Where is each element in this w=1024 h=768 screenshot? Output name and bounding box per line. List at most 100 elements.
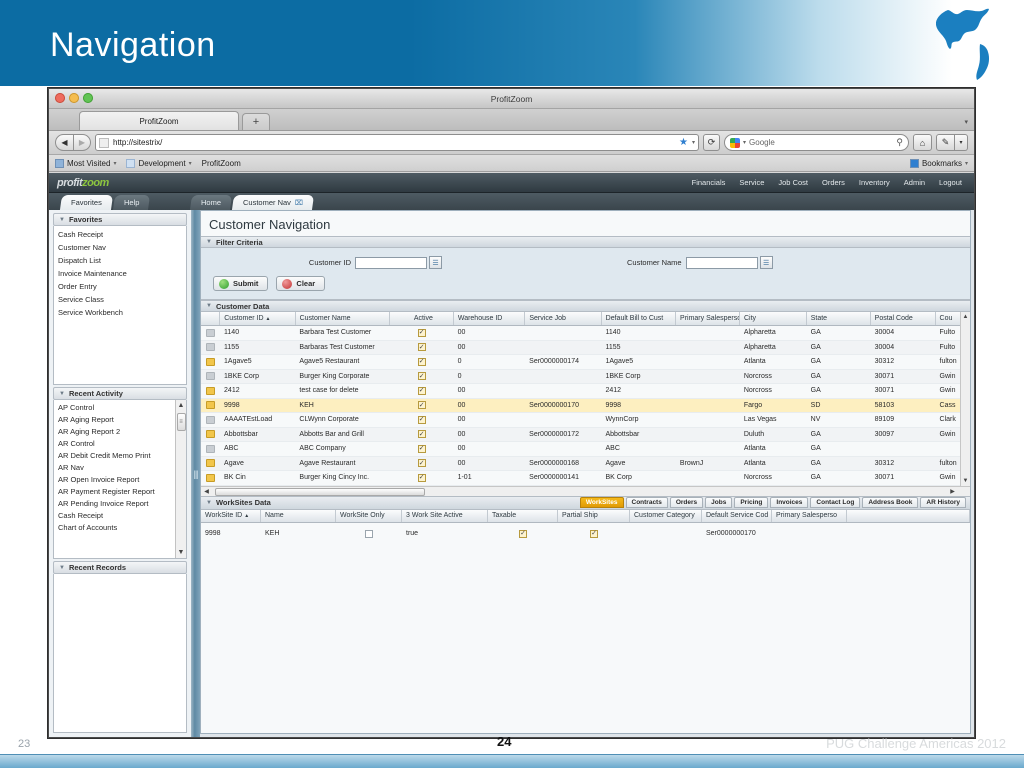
- search-engine-caret-icon[interactable]: ▾: [743, 139, 746, 146]
- maximize-window-button[interactable]: [83, 93, 93, 103]
- bookmark-development[interactable]: Development ▾: [126, 158, 192, 168]
- tab-ar-history[interactable]: AR History: [920, 497, 966, 508]
- folder-yellow-icon[interactable]: [206, 473, 216, 482]
- column-header-default-service-code[interactable]: Default Service Cod: [702, 509, 772, 522]
- tab-worksites[interactable]: WorkSites: [579, 497, 624, 508]
- sidebar-item-order-entry[interactable]: Order Entry: [54, 280, 186, 293]
- folder-grey-icon[interactable]: [206, 328, 216, 337]
- customer-name-input[interactable]: [685, 256, 758, 269]
- scrollbar-thumb[interactable]: ≡: [176, 413, 186, 431]
- search-box[interactable]: ▾ Google ⚲: [724, 134, 909, 151]
- collapse-triangle-icon[interactable]: ▼: [59, 391, 65, 397]
- folder-yellow-icon[interactable]: [206, 386, 216, 395]
- sidebar-item-customer-nav[interactable]: Customer Nav: [54, 241, 186, 254]
- active-checkbox[interactable]: ✓: [417, 473, 426, 482]
- scroll-left-icon[interactable]: ◀: [201, 488, 212, 495]
- scroll-up-icon[interactable]: ▲: [178, 400, 185, 411]
- recent-activity-panel-header[interactable]: ▼ Recent Activity: [53, 387, 187, 400]
- active-checkbox[interactable]: ✓: [417, 444, 426, 453]
- active-checkbox[interactable]: ✓: [417, 430, 426, 439]
- table-row[interactable]: ABC ABC Company ✓ 00 ABC Atlanta GA: [201, 442, 970, 457]
- partial-ship-checkbox[interactable]: ✓: [590, 529, 598, 538]
- scroll-right-icon[interactable]: ▶: [947, 488, 958, 495]
- column-header-customer-name[interactable]: Customer Name: [296, 312, 390, 325]
- customer-id-input[interactable]: [355, 256, 427, 269]
- bookmark-profitzoom[interactable]: ProfitZoom: [202, 159, 241, 168]
- column-header-work-site-active[interactable]: 3 Work Site Active: [402, 509, 488, 522]
- bookmark-star-icon[interactable]: ★: [679, 137, 688, 148]
- customer-id-lookup-icon[interactable]: ☰: [429, 256, 442, 269]
- sidebar-item-service-class[interactable]: Service Class: [54, 293, 186, 306]
- table-row[interactable]: 1140 Barbara Test Customer ✓ 00 1140 Alpharet…: [201, 326, 970, 341]
- column-header-default-bill-to-cust[interactable]: Default Bill to Cust: [602, 312, 677, 325]
- table-row[interactable]: AAAATEstLoad CLWynn Corporate ✓ 00 WynnCorp L…: [201, 413, 970, 428]
- reload-button[interactable]: ⟳: [703, 134, 720, 151]
- folder-yellow-icon[interactable]: [206, 430, 216, 439]
- column-header-partial-ship[interactable]: Partial Ship: [558, 509, 630, 522]
- menu-item-service[interactable]: Service: [739, 178, 764, 187]
- address-bar[interactable]: http://sitestrix/ ★ ▾: [95, 134, 699, 151]
- tab-favorites[interactable]: Favorites: [59, 195, 113, 210]
- column-header-worksite-only[interactable]: WorkSite Only: [336, 509, 402, 522]
- list-item[interactable]: AR Pending Invoice Report: [54, 497, 186, 509]
- profitzoom-logo[interactable]: profitzoom: [57, 177, 109, 189]
- new-tab-button[interactable]: +: [242, 113, 270, 130]
- customer-grid-vscrollbar[interactable]: ▲ ▼: [960, 312, 970, 486]
- tab-home[interactable]: Home: [190, 195, 233, 210]
- column-header-worksite-id[interactable]: WorkSite ID ▲: [201, 509, 261, 522]
- active-checkbox[interactable]: ✓: [417, 459, 426, 468]
- tab-invoices[interactable]: Invoices: [770, 497, 809, 508]
- column-header-taxable[interactable]: Taxable: [488, 509, 558, 522]
- close-icon[interactable]: ⌧: [295, 199, 303, 207]
- list-item[interactable]: AR Payment Register Report: [54, 485, 186, 497]
- tab-customer-nav[interactable]: Customer Nav ⌧: [232, 195, 315, 210]
- scroll-down-icon[interactable]: ▼: [178, 547, 185, 558]
- tab-jobs[interactable]: Jobs: [705, 497, 733, 508]
- sidebar-item-cash-receipt[interactable]: Cash Receipt: [54, 228, 186, 241]
- sidebar-splitter[interactable]: |||: [191, 210, 200, 737]
- table-row[interactable]: Abbottsbar Abbotts Bar and Grill ✓ 00 Ser000…: [201, 427, 970, 442]
- submit-button[interactable]: Submit: [213, 276, 269, 291]
- folder-grey-icon[interactable]: [206, 444, 216, 453]
- active-checkbox[interactable]: ✓: [417, 386, 426, 395]
- column-header-city[interactable]: City: [740, 312, 807, 325]
- menu-item-inventory[interactable]: Inventory: [859, 178, 890, 187]
- table-row[interactable]: 2412 test case for delete ✓ 00 2412 Norcross G…: [201, 384, 970, 399]
- list-item[interactable]: AR Nav: [54, 461, 186, 473]
- table-row[interactable]: 9998 KEH ✓ 00 Ser0000000170 9998 Fargo SD 58103 C…: [201, 398, 970, 413]
- menu-item-orders[interactable]: Orders: [822, 178, 845, 187]
- column-header-service-job[interactable]: Service Job: [525, 312, 602, 325]
- folder-yellow-icon[interactable]: [206, 357, 216, 366]
- collapse-triangle-icon[interactable]: ▼: [59, 217, 65, 223]
- column-header-customer-id[interactable]: Customer ID ▲: [220, 312, 296, 325]
- taxable-checkbox[interactable]: ✓: [519, 529, 527, 538]
- menu-item-admin[interactable]: Admin: [904, 178, 925, 187]
- list-item[interactable]: AR Aging Report: [54, 413, 186, 425]
- list-item[interactable]: Chart of Accounts: [54, 521, 186, 533]
- menu-item-job-cost[interactable]: Job Cost: [778, 178, 808, 187]
- column-header-postal-code[interactable]: Postal Code: [871, 312, 936, 325]
- list-item[interactable]: AR Control: [54, 437, 186, 449]
- back-button[interactable]: ◀: [55, 134, 74, 151]
- sidebar-item-dispatch-list[interactable]: Dispatch List: [54, 254, 186, 267]
- customer-name-lookup-icon[interactable]: ☰: [759, 256, 773, 269]
- active-checkbox[interactable]: ✓: [417, 401, 426, 410]
- collapse-triangle-icon[interactable]: ▼: [206, 500, 212, 506]
- tab-help[interactable]: Help: [112, 195, 151, 210]
- column-header-warehouse-id[interactable]: Warehouse ID: [454, 312, 526, 325]
- column-header-primary-salesperson[interactable]: Primary Salesperson: [676, 312, 740, 325]
- folder-grey-icon[interactable]: [206, 372, 216, 381]
- close-window-button[interactable]: [55, 93, 65, 103]
- column-header-active[interactable]: Active: [390, 312, 454, 325]
- list-item[interactable]: AR Debit Credit Memo Print: [54, 449, 186, 461]
- customer-data-header[interactable]: ▼ Customer Data: [201, 300, 970, 312]
- column-header-primary-salesperson[interactable]: Primary Salesperso: [772, 509, 847, 522]
- window-controls[interactable]: [55, 93, 93, 103]
- folder-yellow-icon[interactable]: [206, 401, 216, 410]
- forward-button[interactable]: ▶: [74, 134, 91, 151]
- table-row[interactable]: 9998 KEH true ✓ ✓ Ser0000000170: [201, 523, 970, 545]
- tablist-menu-icon[interactable]: ▾: [964, 118, 968, 126]
- list-item[interactable]: AR Aging Report 2: [54, 425, 186, 437]
- table-row[interactable]: 1155 Barbaras Test Customer ✓ 00 1155 Alphare…: [201, 340, 970, 355]
- active-checkbox[interactable]: ✓: [417, 415, 426, 424]
